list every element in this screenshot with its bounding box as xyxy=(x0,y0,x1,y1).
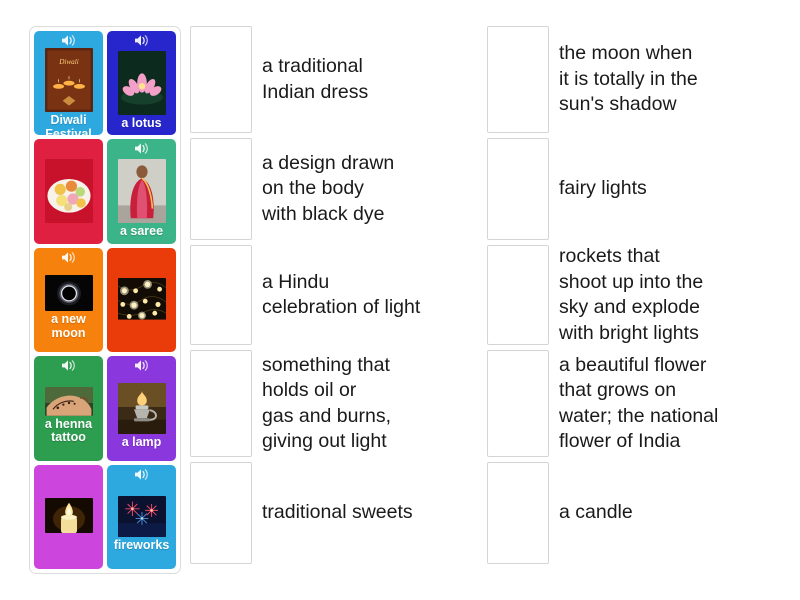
definition-row: a traditional Indian dress xyxy=(190,26,480,133)
card-image xyxy=(117,495,166,538)
card-image xyxy=(44,274,93,312)
definition-text: something that holds oil or gas and burn… xyxy=(262,353,392,453)
dropzone-def-fairy[interactable] xyxy=(487,138,549,240)
speaker-icon[interactable] xyxy=(34,31,103,48)
dropzone-def-diwali[interactable] xyxy=(190,245,252,345)
speaker-icon[interactable] xyxy=(107,31,176,48)
card-image xyxy=(117,50,166,115)
card-tray: Diwali Diwali Festival a lotus a saree a… xyxy=(29,26,181,574)
definition-text: fairy lights xyxy=(559,177,647,200)
card-diwali-festival[interactable]: Diwali Diwali Festival xyxy=(34,31,103,136)
dropzone-def-lamp[interactable] xyxy=(190,350,252,457)
dropzone-def-lotus[interactable] xyxy=(487,350,549,457)
dropzone-def-fireworks[interactable] xyxy=(487,245,549,345)
card-fairy-lights[interactable] xyxy=(107,247,176,353)
definition-text: a beautiful flower that grows on water; … xyxy=(559,353,719,453)
card-body: a henna tattoo xyxy=(34,373,103,460)
definition-row: traditional sweets xyxy=(190,462,480,564)
card-body xyxy=(34,139,103,243)
card-a-new-moon[interactable]: a new moon xyxy=(34,247,103,353)
card-label: a henna tattoo xyxy=(44,416,93,445)
definition-column-right: the moon when it is totally in the sun's… xyxy=(487,26,787,569)
card-traditional-sweets[interactable] xyxy=(34,139,103,244)
speaker-icon[interactable] xyxy=(34,356,103,373)
match-up-activity: Diwali Diwali Festival a lotus a saree a… xyxy=(0,0,800,600)
dropzone-def-candle[interactable] xyxy=(487,462,549,564)
definition-row: a candle xyxy=(487,462,787,564)
card-image xyxy=(44,498,93,534)
card-label: a saree xyxy=(119,224,164,239)
dropzone-def-saree[interactable] xyxy=(190,26,252,133)
card-body: fireworks xyxy=(107,482,176,569)
card-a-lotus[interactable]: a lotus xyxy=(107,31,176,136)
definition-row: rockets that shoot up into the sky and e… xyxy=(487,245,787,345)
card-image xyxy=(117,382,166,434)
card-a-lamp[interactable]: a lamp xyxy=(107,356,176,461)
card-label: fireworks xyxy=(113,538,170,553)
card-image xyxy=(117,159,166,224)
card-body xyxy=(107,248,176,352)
card-a-henna-tattoo[interactable]: a henna tattoo xyxy=(34,356,103,461)
card-label: a new moon xyxy=(51,312,86,340)
card-image: Diwali xyxy=(44,48,93,112)
card-image xyxy=(117,278,166,320)
speaker-icon[interactable] xyxy=(107,465,176,482)
definition-row: fairy lights xyxy=(487,138,787,240)
definition-text: a candle xyxy=(559,501,633,524)
definition-row: the moon when it is totally in the sun's… xyxy=(487,26,787,133)
card-a-candle[interactable] xyxy=(34,464,103,569)
dropzone-def-sweets[interactable] xyxy=(190,462,252,564)
speaker-icon[interactable] xyxy=(107,139,176,156)
card-label: a lamp xyxy=(121,434,162,449)
svg-text:Diwali: Diwali xyxy=(58,58,79,66)
definition-column-left: a traditional Indian dress a design drawn… xyxy=(190,26,480,569)
dropzone-def-newmoon[interactable] xyxy=(487,26,549,133)
definition-text: a traditional Indian dress xyxy=(262,55,369,103)
definition-row: a design drawn on the body with black dy… xyxy=(190,138,480,240)
card-body: a lamp xyxy=(107,373,176,460)
definition-text: a Hindu celebration of light xyxy=(262,270,421,319)
definition-text: the moon when it is totally in the sun's… xyxy=(559,42,698,116)
card-label: a lotus xyxy=(121,115,162,130)
card-image xyxy=(44,158,93,223)
definition-text: a design drawn on the body with black dy… xyxy=(262,151,395,225)
card-body: a lotus xyxy=(107,48,176,135)
card-body xyxy=(34,465,103,569)
card-label: Diwali Festival xyxy=(45,113,92,136)
card-body: a saree xyxy=(107,156,176,243)
definition-row: a Hindu celebration of light xyxy=(190,245,480,345)
card-image xyxy=(44,386,93,416)
speaker-icon[interactable] xyxy=(34,248,103,265)
definition-text: rockets that shoot up into the sky and e… xyxy=(559,245,704,344)
definition-row: something that holds oil or gas and burn… xyxy=(190,350,480,457)
definition-row: a beautiful flower that grows on water; … xyxy=(487,350,787,457)
card-body: a new moon xyxy=(34,265,103,352)
dropzone-def-henna[interactable] xyxy=(190,138,252,240)
card-fireworks[interactable]: fireworks xyxy=(107,464,176,569)
definition-text: traditional sweets xyxy=(262,501,413,524)
speaker-icon[interactable] xyxy=(107,356,176,373)
card-a-saree[interactable]: a saree xyxy=(107,139,176,244)
card-body: Diwali Diwali Festival xyxy=(34,48,103,135)
